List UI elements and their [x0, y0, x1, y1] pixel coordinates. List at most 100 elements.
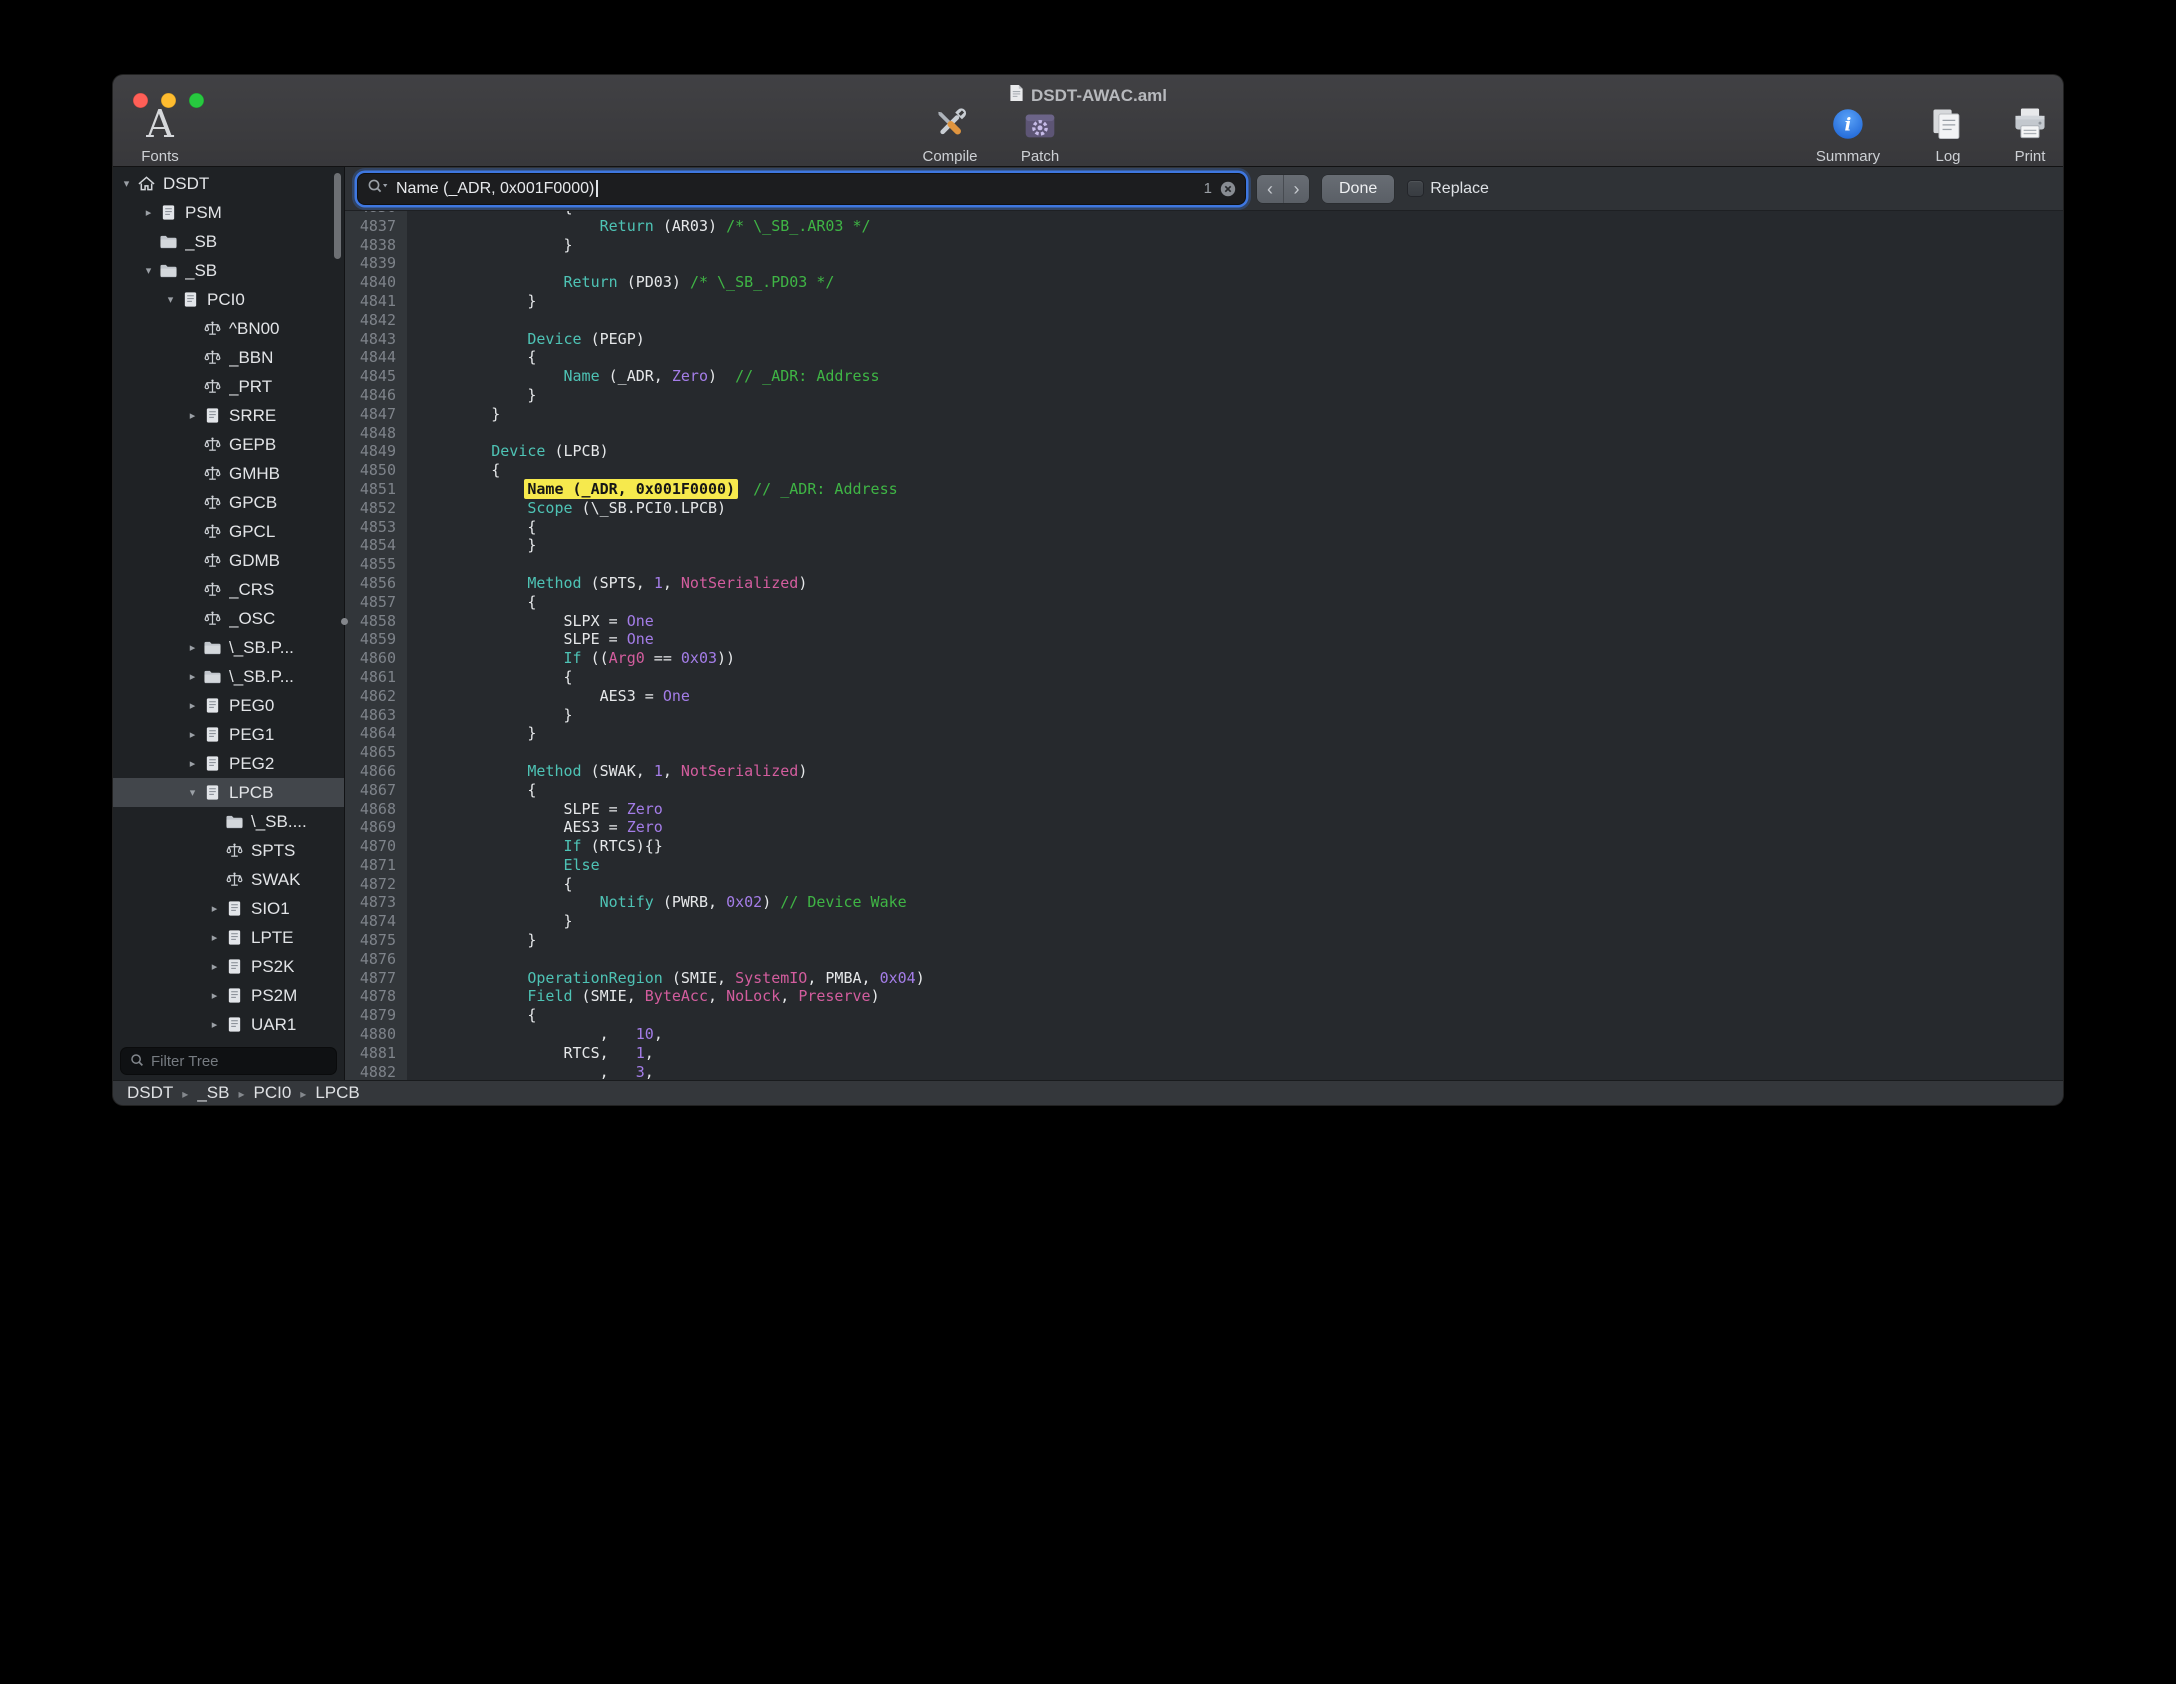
- sidebar-item-peg1[interactable]: ▸PEG1: [113, 720, 344, 749]
- print-toolbar-button[interactable]: Print: [2010, 101, 2050, 165]
- sidebar-item-sio1[interactable]: ▸SIO1: [113, 894, 344, 923]
- code-token: 0x04: [880, 969, 916, 987]
- disclosure-right-icon[interactable]: ▸: [207, 1018, 222, 1031]
- code-line-content: }: [407, 912, 573, 931]
- sidebar-item-psm[interactable]: ▸PSM: [113, 198, 344, 227]
- line-number: 4882: [345, 1063, 407, 1080]
- sidebar-item-label: PCI0: [207, 290, 245, 310]
- disclosure-right-icon[interactable]: ▸: [185, 641, 200, 654]
- disclosure-right-icon[interactable]: ▸: [141, 206, 156, 219]
- sidebar-item-gepb[interactable]: GEPB: [113, 430, 344, 459]
- disclosure-right-icon[interactable]: ▸: [185, 409, 200, 422]
- breadcrumb-item[interactable]: PCI0: [253, 1083, 291, 1103]
- sidebar-item-ps2m[interactable]: ▸PS2M: [113, 981, 344, 1010]
- code-line: 4838 }: [345, 236, 2063, 255]
- method-scale-icon: [203, 349, 222, 366]
- sidebar-item-_osc[interactable]: _OSC: [113, 604, 344, 633]
- sidebar-item-_sbp[interactable]: ▸\_SB.P...: [113, 633, 344, 662]
- sidebar-item-bn00[interactable]: ^BN00: [113, 314, 344, 343]
- disclosure-right-icon[interactable]: ▸: [185, 699, 200, 712]
- disclosure-right-icon[interactable]: ▸: [185, 728, 200, 741]
- code-line: 4840 Return (PD03) /* \_SB_.PD03 */: [345, 273, 2063, 292]
- sidebar-item-swak[interactable]: SWAK: [113, 865, 344, 894]
- sidebar-item-srre[interactable]: ▸SRRE: [113, 401, 344, 430]
- search-input[interactable]: Name (_ADR, 0x001F0000) 1: [358, 174, 1245, 204]
- code-line: 4842: [345, 311, 2063, 330]
- sidebar-item-gpcb[interactable]: GPCB: [113, 488, 344, 517]
- sidebar-item-pci0[interactable]: ▾ PCI0: [113, 285, 344, 314]
- code-token: [419, 762, 527, 780]
- sidebar-item-_sb[interactable]: ▾_SB: [113, 256, 344, 285]
- disclosure-down-icon[interactable]: ▾: [119, 177, 134, 190]
- code-line-content: [407, 555, 419, 574]
- code-token: [419, 442, 491, 460]
- disclosure-right-icon[interactable]: ▸: [207, 960, 222, 973]
- code-line: 4845 Name (_ADR, Zero) // _ADR: Address: [345, 367, 2063, 386]
- sidebar-item-uar1[interactable]: ▸ UAR1: [113, 1010, 344, 1039]
- toolbar-item-label: Compile: [922, 148, 977, 165]
- disclosure-down-icon[interactable]: ▾: [163, 293, 178, 306]
- line-number: 4850: [345, 461, 407, 480]
- patch-toolbar-button[interactable]: Patch: [1019, 101, 1061, 165]
- sidebar-item-gmhb[interactable]: GMHB: [113, 459, 344, 488]
- previous-match-button[interactable]: ‹: [1257, 175, 1283, 203]
- compile-toolbar-button[interactable]: Compile: [922, 101, 977, 165]
- summary-toolbar-button[interactable]: iSummary: [1816, 101, 1880, 165]
- sidebar-item-_bbn[interactable]: _BBN: [113, 343, 344, 372]
- log-toolbar-button[interactable]: Log: [1928, 101, 1968, 165]
- breadcrumb-item[interactable]: LPCB: [315, 1083, 359, 1103]
- breadcrumb-item[interactable]: DSDT: [127, 1083, 173, 1103]
- sidebar-item-_sb[interactable]: _SB: [113, 227, 344, 256]
- code-token: 0x03: [681, 649, 717, 667]
- sidebar-item-gpcl[interactable]: GPCL: [113, 517, 344, 546]
- sidebar-item-_sb[interactable]: \_SB....: [113, 807, 344, 836]
- sidebar-item-lpcb[interactable]: ▾LPCB: [113, 778, 344, 807]
- code-line: 4870 If (RTCS){}: [345, 837, 2063, 856]
- sidebar-item-gdmb[interactable]: GDMB: [113, 546, 344, 575]
- sidebar-splitter-handle[interactable]: [341, 618, 348, 625]
- replace-checkbox[interactable]: [1408, 181, 1423, 196]
- code-token: [419, 893, 600, 911]
- filter-tree-input[interactable]: [121, 1048, 336, 1074]
- disclosure-right-icon[interactable]: ▸: [207, 931, 222, 944]
- sidebar-item-dsdt[interactable]: ▾DSDT: [113, 169, 344, 198]
- code-token: (PWRB,: [654, 893, 726, 911]
- replace-label[interactable]: Replace: [1430, 180, 1489, 198]
- disclosure-right-icon[interactable]: ▸: [185, 670, 200, 683]
- zoom-window-button[interactable]: [189, 93, 204, 108]
- disclosure-down-icon[interactable]: ▾: [185, 786, 200, 799]
- clear-search-button[interactable]: [1220, 181, 1236, 197]
- toolbar-item-label: Patch: [1019, 148, 1061, 165]
- disclosure-right-icon[interactable]: ▸: [207, 989, 222, 1002]
- breadcrumb-item[interactable]: _SB: [197, 1083, 229, 1103]
- method-scale-icon: [203, 465, 222, 482]
- code-token: Field: [527, 987, 572, 1005]
- sidebar-item-ps2k[interactable]: ▸PS2K: [113, 952, 344, 981]
- code-token: [735, 480, 753, 498]
- sidebar-tree[interactable]: ▾DSDT▸PSM_SB▾_SB▾PCI0^BN00_BBN_PRT▸SRREG…: [113, 167, 344, 1042]
- sidebar-item-label: SWAK: [251, 870, 300, 890]
- sidebar-item-_sbp[interactable]: ▸\_SB.P...: [113, 662, 344, 691]
- sidebar-item-lpte[interactable]: ▸LPTE: [113, 923, 344, 952]
- code-editor[interactable]: 4836 {4837 Return (AR03) /* \_SB_.AR03 *…: [345, 211, 2063, 1080]
- done-button[interactable]: Done: [1322, 175, 1394, 203]
- code-token: {: [419, 211, 573, 216]
- sidebar-item-_crs[interactable]: _CRS: [113, 575, 344, 604]
- disclosure-down-icon[interactable]: ▾: [141, 264, 156, 277]
- fonts-toolbar-button[interactable]: AFonts: [141, 101, 179, 165]
- disclosure-right-icon[interactable]: ▸: [185, 757, 200, 770]
- sidebar-item-_prt[interactable]: _PRT: [113, 372, 344, 401]
- sidebar-item-peg0[interactable]: ▸PEG0: [113, 691, 344, 720]
- sidebar-item-spts[interactable]: SPTS: [113, 836, 344, 865]
- search-magnifier-icon[interactable]: [367, 178, 389, 199]
- code-token: ): [798, 762, 807, 780]
- code-line: 4865: [345, 743, 2063, 762]
- sidebar-item-label: UAR1: [251, 1015, 296, 1035]
- code-token: [419, 574, 527, 592]
- disclosure-right-icon[interactable]: ▸: [207, 902, 222, 915]
- code-line: 4855: [345, 555, 2063, 574]
- folder-icon: [159, 262, 178, 279]
- sidebar-scrollbar-thumb[interactable]: [334, 173, 341, 259]
- next-match-button[interactable]: ›: [1283, 175, 1309, 203]
- sidebar-item-peg2[interactable]: ▸PEG2: [113, 749, 344, 778]
